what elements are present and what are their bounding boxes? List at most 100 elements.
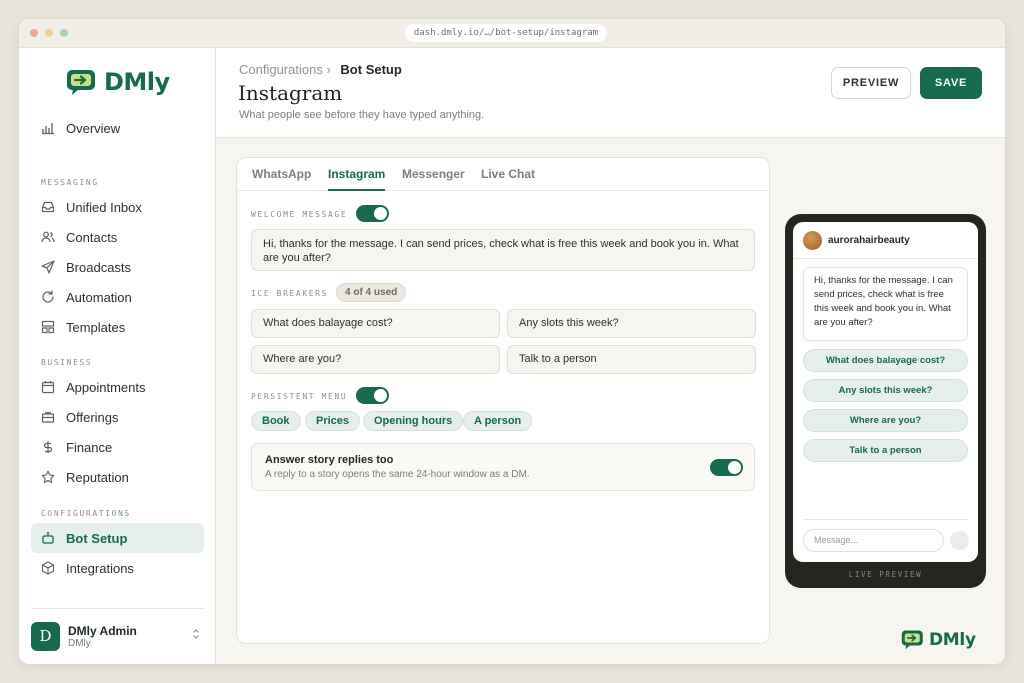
story-replies-subtitle: A reply to a story opens the same 24-hou… (265, 469, 530, 480)
sidebar-item-broadcasts[interactable]: Broadcasts (31, 252, 204, 282)
minimize-window-dot[interactable] (45, 29, 53, 37)
section-label-messaging: MESSAGING (41, 178, 99, 187)
sidebar-item-label: Appointments (66, 379, 146, 395)
sidebar-item-label: Integrations (66, 560, 134, 576)
refresh-icon (41, 290, 55, 304)
channel-config-card: WhatsApp Instagram Messenger Live Chat W… (236, 157, 770, 644)
sidebar-item-unified-inbox[interactable]: Unified Inbox (31, 192, 204, 222)
ice-breaker-input[interactable]: Where are you? (251, 345, 500, 374)
quick-reply-button[interactable]: Any slots this week? (803, 379, 968, 402)
phone-screen: aurorahairbeauty Hi, thanks for the mess… (793, 222, 978, 562)
menu-chip[interactable]: A person (463, 411, 533, 431)
welcome-message-input[interactable]: Hi, thanks for the message. I can send p… (251, 229, 755, 271)
dmly-logo-icon (901, 630, 923, 650)
bot-icon (41, 531, 55, 545)
sidebar-item-offerings[interactable]: Offerings (31, 402, 204, 432)
menu-chip[interactable]: Opening hours (363, 411, 464, 431)
sidebar-item-label: Finance (66, 439, 113, 455)
sidebar-item-label: Overview (66, 120, 121, 136)
briefcase-icon (41, 410, 55, 424)
section-label-business: BUSINESS (41, 358, 93, 367)
tab-whatsapp[interactable]: WhatsApp (252, 158, 311, 191)
user-account-menu[interactable]: D DMly Admin DMly (31, 608, 204, 664)
footer-logo: DMly (901, 629, 976, 650)
message-input[interactable]: Message... (803, 529, 944, 552)
sidebar-item-label: Offerings (66, 409, 119, 425)
menu-chip[interactable]: Prices (305, 411, 361, 431)
chevron-up-down-icon[interactable] (192, 629, 200, 641)
dmly-logo-icon (67, 70, 95, 95)
story-replies-toggle[interactable] (710, 459, 743, 476)
page-title: Instagram (238, 81, 343, 105)
sidebar-item-label: Automation (66, 289, 132, 305)
persistent-menu-label: PERSISTENT MENU (251, 392, 348, 401)
channel-tabs: WhatsApp Instagram Messenger Live Chat (237, 158, 769, 191)
ice-breaker-input[interactable]: Talk to a person (507, 345, 756, 374)
chat-username: aurorahairbeauty (828, 235, 910, 246)
main-content: Configurations › Bot Setup Instagram Wha… (216, 48, 1005, 664)
menu-chip[interactable]: Book (251, 411, 301, 431)
breadcrumb-parent[interactable]: Configurations (239, 62, 323, 77)
send-button[interactable] (950, 531, 969, 550)
send-icon (41, 260, 55, 274)
footer-logo-text: DMly (929, 629, 976, 650)
quick-reply-button[interactable]: Where are you? (803, 409, 968, 432)
logo-text: DMly (104, 68, 170, 96)
live-preview-caption: LIVE PREVIEW (848, 570, 923, 579)
breadcrumb: Configurations › Bot Setup (239, 62, 402, 77)
ice-breakers-count-badge: 4 of 4 used (336, 283, 407, 302)
url-bar[interactable]: dash.dmly.io/…/bot-setup/instagram (405, 24, 607, 42)
tab-instagram[interactable]: Instagram (328, 158, 386, 191)
sidebar-item-finance[interactable]: Finance (31, 432, 204, 462)
ice-breaker-input[interactable]: What does balayage cost? (251, 309, 500, 338)
page-subtitle: What people see before they have typed a… (239, 109, 485, 121)
users-icon (41, 230, 55, 244)
sidebar-item-contacts[interactable]: Contacts (31, 222, 204, 252)
sidebar-item-integrations[interactable]: Integrations (31, 553, 204, 583)
user-org: DMly (68, 638, 91, 649)
page-header: Configurations › Bot Setup Instagram Wha… (216, 48, 1005, 138)
preview-button[interactable]: PREVIEW (831, 67, 911, 99)
tab-messenger[interactable]: Messenger (402, 158, 465, 191)
avatar: D (31, 622, 60, 651)
cube-icon (41, 561, 55, 575)
close-window-dot[interactable] (30, 29, 38, 37)
persistent-menu-toggle[interactable] (356, 387, 389, 404)
save-button[interactable]: SAVE (920, 67, 982, 99)
brand-logo[interactable]: DMly (66, 68, 170, 96)
avatar (803, 231, 822, 250)
ice-breakers-label: ICE BREAKERS (251, 289, 328, 298)
sidebar-item-label: Bot Setup (66, 530, 128, 546)
quick-reply-button[interactable]: What does balayage cost? (803, 349, 968, 372)
ice-breaker-input[interactable]: Any slots this week? (507, 309, 756, 338)
sidebar-item-appointments[interactable]: Appointments (31, 372, 204, 402)
welcome-message-toggle[interactable] (356, 205, 389, 222)
sidebar-item-label: Broadcasts (66, 259, 132, 275)
divider (803, 519, 968, 520)
sidebar-item-templates[interactable]: Templates (31, 312, 204, 342)
sidebar-item-bot-setup[interactable]: Bot Setup (31, 523, 204, 553)
sidebar-item-label: Templates (66, 319, 126, 335)
story-replies-setting: Answer story replies too A reply to a st… (251, 443, 755, 491)
user-name: DMly Admin (68, 624, 137, 638)
sidebar-item-overview[interactable]: Overview (31, 113, 204, 143)
breadcrumb-current: Bot Setup (340, 62, 402, 77)
calendar-icon (41, 380, 55, 394)
sidebar-item-automation[interactable]: Automation (31, 282, 204, 312)
welcome-message-label: WELCOME MESSAGE (251, 210, 348, 219)
sidebar-item-label: Reputation (66, 469, 129, 485)
quick-reply-button[interactable]: Talk to a person (803, 439, 968, 462)
sidebar-item-reputation[interactable]: Reputation (31, 462, 204, 492)
sidebar: DMly Overview MESSAGING Unified Inbox Co… (19, 48, 216, 664)
dollar-icon (41, 440, 55, 454)
maximize-window-dot[interactable] (60, 29, 68, 37)
welcome-message-bubble: Hi, thanks for the message. I can send p… (803, 267, 968, 341)
layout-icon (41, 320, 55, 334)
live-preview-phone: aurorahairbeauty Hi, thanks for the mess… (785, 214, 986, 588)
inbox-icon (41, 200, 55, 214)
tab-live-chat[interactable]: Live Chat (481, 158, 535, 191)
bar-chart-icon (41, 121, 55, 135)
section-label-configurations: CONFIGURATIONS (41, 509, 131, 518)
sidebar-item-label: Contacts (66, 229, 118, 245)
star-icon (41, 470, 55, 484)
